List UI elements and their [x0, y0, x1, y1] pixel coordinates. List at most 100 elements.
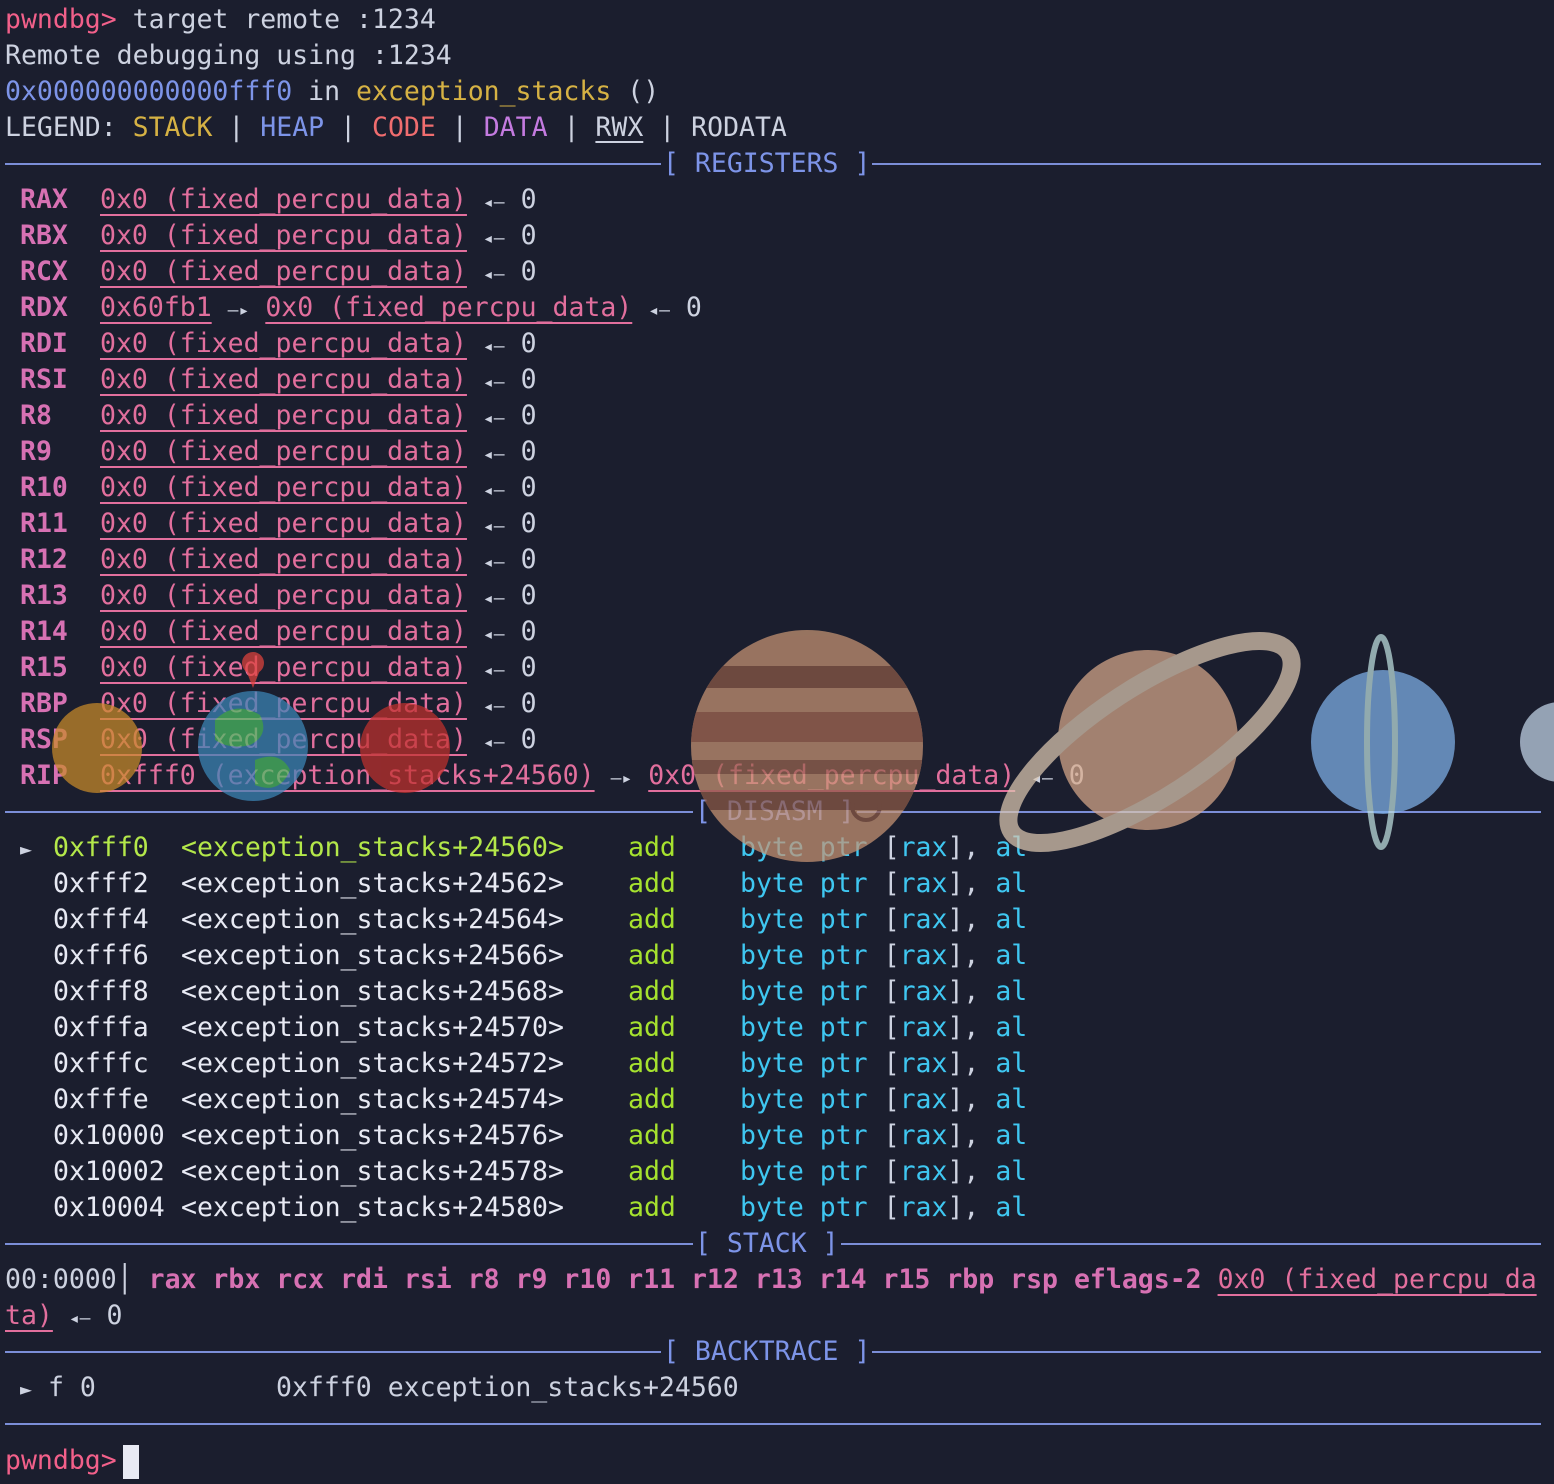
instruction-mnemonic: add — [628, 1156, 676, 1187]
deref-arrow: ◂— — [648, 300, 670, 321]
register-name: RDI — [20, 328, 68, 359]
instruction-mnemonic: add — [628, 1012, 676, 1043]
register-deref: 0 — [520, 724, 537, 755]
instruction-symbol: <exception_stacks+24578> — [181, 1156, 564, 1187]
register-value[interactable]: 0x0 (fixed_percpu_data) — [100, 544, 467, 575]
instruction-symbol: <exception_stacks+24570> — [181, 1012, 564, 1043]
backtrace-frame[interactable]: ► f 0 — [20, 1370, 96, 1406]
register-deref: 0 — [520, 364, 537, 395]
register-value[interactable]: 0x0 (fixed_percpu_data) — [100, 688, 467, 719]
instruction-address: 0xfff8 — [53, 976, 149, 1007]
disasm-row[interactable]: 0x10004 <exception_stacks+24580> add byte p… — [20, 1190, 1027, 1226]
instruction-mnemonic: add — [628, 868, 676, 899]
instruction-symbol: <exception_stacks+24572> — [181, 1048, 564, 1079]
instruction-mnemonic: add — [628, 904, 676, 935]
instruction-address: 0xfffe — [53, 1084, 149, 1115]
instruction-address: 0x10002 — [53, 1156, 165, 1187]
operand-source: al — [995, 1192, 1028, 1223]
register-value[interactable]: 0x0 (fixed_percpu_data) — [100, 508, 467, 539]
operand-source: al — [995, 1048, 1028, 1079]
stack-value-cont[interactable]: ta) — [5, 1300, 53, 1331]
operand-source: al — [995, 904, 1028, 935]
register-row: R9 0x0 (fixed_percpu_data) ◂— 0 — [20, 434, 537, 470]
register-value[interactable]: 0x0 (fixed_percpu_data) — [100, 436, 467, 467]
register-value[interactable]: 0x0 (fixed_percpu_data) — [100, 724, 467, 755]
disasm-row[interactable]: 0xfffe <exception_stacks+24574> add byte pt… — [20, 1082, 1027, 1118]
bracket-close: ], — [947, 1156, 980, 1187]
disasm-row[interactable]: 0xfff2 <exception_stacks+24562> add byte pt… — [20, 866, 1027, 902]
disasm-row[interactable]: 0x10000 <exception_stacks+24576> add byte p… — [20, 1118, 1027, 1154]
terminal-window[interactable]: pwndbg> target remote :1234 Remote debug… — [0, 0, 1554, 1484]
disasm-row[interactable]: 0x10002 <exception_stacks+24578> add byte p… — [20, 1154, 1027, 1190]
frame-function: exception_stacks — [356, 76, 612, 107]
bracket-close: ], — [947, 832, 980, 863]
disasm-row[interactable]: 0xfff4 <exception_stacks+24564> add byte pt… — [20, 902, 1027, 938]
register-value[interactable]: 0x0 (fixed_percpu_data) — [100, 400, 467, 431]
register-value[interactable]: 0x0 (fixed_percpu_data) — [100, 616, 467, 647]
register-value[interactable]: 0x0 (fixed_percpu_data) — [100, 652, 467, 683]
frame-args: () — [611, 76, 660, 107]
legend-stack: STACK — [132, 112, 213, 143]
legend-sep: | — [212, 112, 261, 143]
command-line: pwndbg> target remote :1234 — [5, 2, 436, 38]
register-row: RBP 0x0 (fixed_percpu_data) ◂— 0 — [20, 686, 537, 722]
register-deref: 0 — [520, 400, 537, 431]
disasm-row[interactable]: 0xfff6 <exception_stacks+24566> add byte pt… — [20, 938, 1027, 974]
disasm-row[interactable]: 0xfff8 <exception_stacks+24568> add byte pt… — [20, 974, 1027, 1010]
disasm-row[interactable]: 0xfffa <exception_stacks+24570> add byte pt… — [20, 1010, 1027, 1046]
operand-size: byte ptr — [740, 1048, 868, 1079]
register-deref: 0 — [520, 328, 537, 359]
operand-source: al — [995, 1120, 1028, 1151]
operand-size: byte ptr — [740, 1084, 868, 1115]
input-line[interactable]: pwndbg> — [5, 1443, 139, 1479]
text-cursor[interactable] — [122, 1444, 139, 1479]
prompt-final: pwndbg> — [5, 1445, 117, 1476]
instruction-address: 0xfffa — [53, 1012, 149, 1043]
bracket-close: ], — [947, 1120, 980, 1151]
backtrace-symbol: exception_stacks+24560 — [387, 1372, 739, 1403]
bracket-open: [ — [883, 1192, 900, 1223]
stack-value[interactable]: 0x0 (fixed_percpu_da — [1218, 1264, 1537, 1295]
register-value[interactable]: 0x0 (fixed_percpu_data) — [100, 328, 467, 359]
register-deref: 0 — [520, 220, 537, 251]
deref-arrow: ◂— — [482, 336, 505, 357]
register-value[interactable]: 0x0 (fixed_percpu_data) — [100, 364, 467, 395]
register-row: R14 0x0 (fixed_percpu_data) ◂— 0 — [20, 614, 537, 650]
deref-arrow: ◂— — [482, 624, 505, 645]
register-deref: 0 — [520, 256, 537, 287]
register-row: RBX 0x0 (fixed_percpu_data) ◂— 0 — [20, 218, 537, 254]
bracket-close: ], — [947, 1192, 980, 1223]
operand-register: rax — [899, 1048, 948, 1079]
instruction-address: 0x10004 — [53, 1192, 165, 1223]
stack-entry: 00:0000│ rax rbx rcx rdi rsi r8 r9 r10 r… — [5, 1262, 1537, 1298]
register-value[interactable]: 0x60fb1 — [100, 292, 212, 323]
frame-line: 0x000000000000fff0 in exception_stacks (… — [5, 74, 659, 110]
disasm-row[interactable]: ► 0xfff0 <exception_stacks+24560> add byte p… — [20, 830, 1027, 866]
register-value[interactable]: 0x0 (fixed_percpu_data) — [100, 472, 467, 503]
register-value[interactable]: 0x0 (fixed_percpu_data) — [100, 580, 467, 611]
legend-sep: | — [435, 112, 484, 143]
instruction-mnemonic: add — [628, 1192, 676, 1223]
register-name: RCX — [20, 256, 68, 287]
disasm-row[interactable]: 0xfffc <exception_stacks+24572> add byte pt… — [20, 1046, 1027, 1082]
register-value[interactable]: 0xfff0 (exception_stacks+24560) — [100, 760, 595, 791]
register-name: R15 — [20, 652, 68, 683]
register-value[interactable]: 0x0 (fixed_percpu_data) — [100, 220, 467, 251]
register-name: RBP — [20, 688, 68, 719]
register-value[interactable]: 0x0 (fixed_percpu_data) — [100, 184, 467, 215]
register-deref: 0 — [520, 688, 537, 719]
operand-register: rax — [899, 940, 948, 971]
instruction-mnemonic: add — [628, 1048, 676, 1079]
deref-arrow: ◂— — [482, 408, 505, 429]
operand-size: byte ptr — [740, 1012, 868, 1043]
bracket-close: ], — [947, 1084, 980, 1115]
backtrace-address: 0xfff0 — [276, 1372, 372, 1403]
register-pointee[interactable]: 0x0 (fixed_percpu_data) — [648, 760, 1015, 791]
deref-arrow: ◂— — [482, 516, 505, 537]
register-value[interactable]: 0x0 (fixed_percpu_data) — [100, 256, 467, 287]
stack-bar: │ — [116, 1264, 133, 1295]
register-pointee[interactable]: 0x0 (fixed_percpu_data) — [265, 292, 632, 323]
legend-rwx: RWX — [595, 112, 644, 143]
instruction-mnemonic: add — [628, 1120, 676, 1151]
register-row: R8 0x0 (fixed_percpu_data) ◂— 0 — [20, 398, 537, 434]
